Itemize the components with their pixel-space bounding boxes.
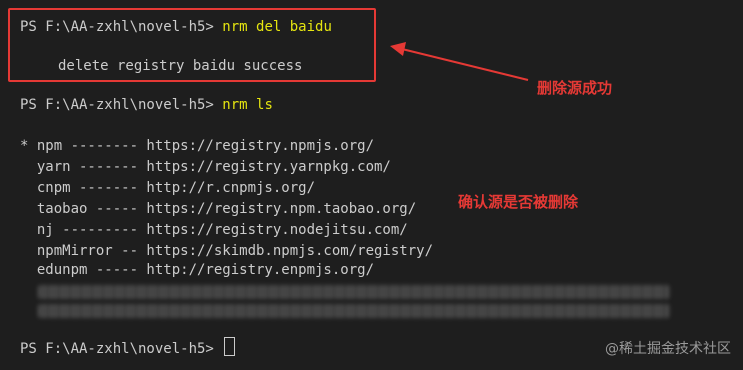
registry-row: * npm -------- https://registry.npmjs.or…	[20, 138, 375, 154]
annotation-confirm-deleted: 确认源是否被删除	[458, 193, 579, 211]
prompt-text: PS F:\AA-zxhl\novel-h5>	[20, 341, 223, 357]
registry-row: yarn ------- https://registry.yarnpkg.co…	[20, 159, 391, 175]
registry-row: npmMirror -- https://skimdb.npmjs.com/re…	[20, 243, 434, 259]
registry-row: cnpm ------- http://r.cnpmjs.org/	[20, 180, 316, 196]
blurred-registry-row	[38, 304, 670, 318]
registry-row: nj --------- https://registry.nodejitsu.…	[20, 222, 408, 238]
registry-row: taobao ----- https://registry.npm.taobao…	[20, 201, 417, 217]
command-text: nrm ls	[222, 97, 273, 113]
prompt-text: PS F:\AA-zxhl\novel-h5>	[20, 97, 223, 113]
registry-row: edunpm ----- http://registry.enpmjs.org/	[20, 262, 375, 278]
annotation-delete-success: 删除源成功	[537, 79, 613, 97]
terminal-window[interactable]: PS F:\AA-zxhl\novel-h5> nrm del baidu de…	[0, 0, 743, 370]
prompt-line-2: PS F:\AA-zxhl\novel-h5> nrm ls	[20, 95, 273, 116]
watermark: @稀土掘金技术社区	[605, 341, 731, 357]
prompt-line-3[interactable]: PS F:\AA-zxhl\novel-h5>	[20, 337, 236, 360]
blurred-registry-row	[38, 285, 670, 299]
cursor	[224, 337, 236, 356]
